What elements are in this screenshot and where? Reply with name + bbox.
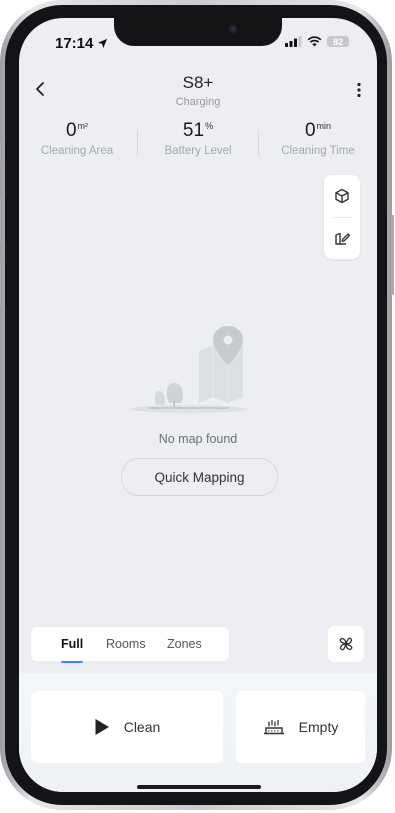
no-map-text: No map found: [158, 432, 238, 446]
empty-dustbin-button[interactable]: Empty: [236, 691, 365, 763]
battery-text: 82: [332, 36, 343, 47]
stat-cleaning-area: 0m² Cleaning Area: [19, 120, 137, 157]
stat-unit: m²: [77, 120, 89, 131]
stat-label: Cleaning Time: [281, 145, 355, 157]
wifi-icon: [307, 36, 322, 47]
cube-icon: [335, 188, 349, 204]
map-tools: [324, 175, 360, 259]
phone-volume-up: [0, 195, 1, 245]
phone-power-button: [391, 215, 394, 295]
notch: [114, 18, 282, 46]
stat-value: 0: [304, 120, 316, 141]
device-status: Charging: [175, 96, 221, 108]
home-indicator[interactable]: [137, 785, 261, 789]
action-panel: Clean Empty: [19, 673, 377, 792]
stat-value: 51: [182, 120, 205, 141]
tab-rooms[interactable]: Rooms: [106, 637, 146, 651]
stat-battery-level: 51% Battery Level: [138, 120, 258, 157]
status-time: 17:14: [55, 35, 108, 52]
cellular-signal-icon: [285, 36, 302, 47]
tab-full[interactable]: Full: [61, 637, 83, 651]
more-vertical-icon: [357, 82, 361, 98]
stat-label: Cleaning Area: [40, 145, 114, 157]
stat-label: Battery Level: [164, 145, 232, 157]
cleaning-mode-tabs: Full Rooms Zones: [31, 627, 229, 663]
phone-side-button: [0, 140, 1, 166]
stats-divider: [137, 130, 138, 156]
map-edit-button[interactable]: [324, 217, 360, 259]
status-time-text: 17:14: [55, 35, 94, 52]
active-tab-indicator: [61, 661, 83, 663]
battery-indicator: 82: [327, 36, 349, 47]
stat-unit: min: [316, 120, 332, 131]
play-icon: [95, 719, 109, 735]
clean-button[interactable]: Clean: [31, 691, 223, 763]
map-placeholder-illustration: [131, 326, 247, 413]
stat-value: 0: [65, 120, 77, 141]
front-camera: [229, 25, 237, 33]
app-screen: 17:14 82 S8+ Charging 0m² Cleaning Area …: [19, 18, 377, 792]
phone-volume-down: [0, 258, 1, 308]
suction-mode-button[interactable]: [328, 626, 364, 662]
dock-empty-icon: [263, 719, 284, 735]
quick-mapping-button[interactable]: Quick Mapping: [121, 458, 278, 496]
empty-label: Empty: [298, 719, 339, 735]
stats-bar: 0m² Cleaning Area 51% Battery Level 0min…: [19, 120, 377, 164]
map-3d-button[interactable]: [324, 175, 360, 217]
stats-divider: [258, 130, 259, 156]
quick-mapping-label: Quick Mapping: [154, 469, 245, 485]
more-button[interactable]: [351, 78, 367, 102]
status-icons: 82: [285, 36, 349, 47]
map-edit-icon: [334, 232, 350, 245]
tab-zones[interactable]: Zones: [167, 637, 202, 651]
stat-cleaning-time: 0min Cleaning Time: [258, 120, 377, 157]
stat-unit: %: [205, 120, 214, 131]
fan-icon: [339, 637, 353, 651]
device-title: S8+: [182, 73, 214, 92]
clean-label: Clean: [123, 719, 161, 735]
location-arrow-icon: [98, 38, 108, 49]
